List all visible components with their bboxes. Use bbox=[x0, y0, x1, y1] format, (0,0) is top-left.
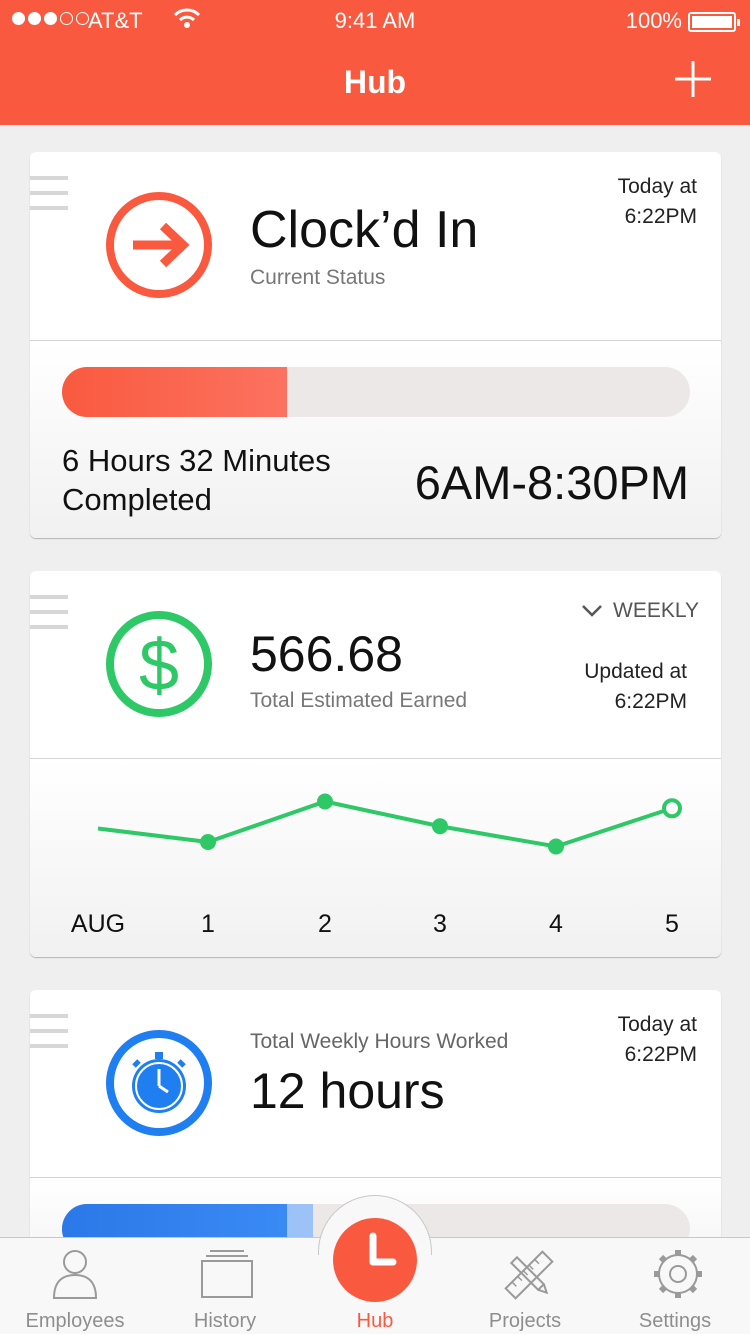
battery-icon bbox=[688, 12, 740, 32]
earnings-updated: Updated at 6:22PM bbox=[584, 660, 687, 713]
tab-label: Hub bbox=[356, 1310, 394, 1332]
tab-label: History bbox=[193, 1310, 257, 1332]
svg-text:$: $ bbox=[139, 626, 179, 706]
clock-status: Clock’d In bbox=[250, 201, 479, 259]
earnings-amount: 566.68 bbox=[250, 626, 403, 682]
clock-status-card[interactable]: Clock’d In Current Status Today at 6:22P… bbox=[30, 152, 721, 538]
tab-label: Employees bbox=[25, 1310, 125, 1332]
period-dropdown[interactable]: WEEKLY bbox=[581, 599, 699, 623]
shift-hours: 6AM-8:30PM bbox=[414, 456, 689, 509]
plus-icon[interactable] bbox=[668, 54, 718, 104]
hub-button[interactable] bbox=[333, 1218, 417, 1302]
chevron-down-icon bbox=[582, 605, 602, 618]
tab-projects[interactable]: Projects bbox=[450, 1238, 600, 1334]
hours-value: 12 hours bbox=[250, 1063, 445, 1119]
drag-handle-icon[interactable] bbox=[30, 595, 68, 640]
x-tick-label: 4 bbox=[549, 910, 563, 938]
battery-percentage: 100% bbox=[625, 8, 682, 33]
clock-icon bbox=[369, 1232, 397, 1266]
series-line bbox=[97, 799, 673, 849]
shift-progress-bar bbox=[62, 367, 690, 417]
earnings-card[interactable]: $ 566.68 Total Estimated Earned WEEKLY U… bbox=[30, 571, 721, 957]
tab-label: Projects bbox=[488, 1310, 562, 1332]
stack-icon bbox=[201, 1250, 253, 1298]
x-tick-label: 3 bbox=[433, 910, 447, 938]
ruler-pencil-icon bbox=[504, 1250, 554, 1300]
status-bar: AT&T 9:41 AM 100% bbox=[0, 0, 750, 40]
dollar-circle-icon: $ bbox=[106, 611, 212, 717]
x-tick-label: 1 bbox=[201, 910, 215, 938]
x-tick-label: 5 bbox=[665, 910, 679, 938]
data-point[interactable] bbox=[432, 818, 448, 835]
completed-text: 6 Hours 32 Minutes Completed bbox=[62, 443, 331, 517]
gear-icon bbox=[654, 1250, 702, 1298]
clock-card-footer: 6 Hours 32 Minutes Completed 6AM-8:30PM bbox=[30, 340, 721, 538]
earnings-label: Total Estimated Earned bbox=[250, 689, 468, 712]
data-point[interactable] bbox=[317, 793, 333, 810]
tab-employees[interactable]: Employees bbox=[0, 1238, 150, 1334]
x-tick-label: AUG bbox=[71, 910, 125, 938]
x-tick-label: 2 bbox=[318, 910, 332, 938]
data-point[interactable] bbox=[548, 838, 564, 855]
clock-status-label: Current Status bbox=[250, 266, 386, 289]
data-point[interactable] bbox=[662, 798, 682, 819]
data-point[interactable] bbox=[200, 834, 216, 850]
earnings-line-chart: AUG 1 2 3 4 5 bbox=[71, 793, 682, 938]
person-icon bbox=[52, 1250, 98, 1299]
period-label: WEEKLY bbox=[613, 599, 699, 622]
tab-history[interactable]: History bbox=[150, 1238, 300, 1334]
drag-handle-icon[interactable] bbox=[30, 176, 68, 221]
shift-progress-fill bbox=[62, 367, 287, 417]
hours-timestamp: Today at 6:22PM bbox=[617, 1013, 697, 1066]
earnings-chart-area: AUG 1 2 3 4 5 bbox=[30, 758, 721, 957]
drag-handle-icon[interactable] bbox=[30, 1014, 68, 1059]
tab-settings[interactable]: Settings bbox=[600, 1238, 750, 1334]
hours-label: Total Weekly Hours Worked bbox=[250, 1030, 509, 1053]
tab-label: Settings bbox=[638, 1310, 712, 1332]
page-title: Hub bbox=[343, 64, 407, 100]
arrow-right-circle-icon bbox=[106, 192, 212, 298]
clock-timestamp: Today at 6:22PM bbox=[617, 175, 697, 228]
top-bar: AT&T 9:41 AM 100% Hub bbox=[0, 0, 750, 125]
stopwatch-icon bbox=[106, 1030, 212, 1136]
